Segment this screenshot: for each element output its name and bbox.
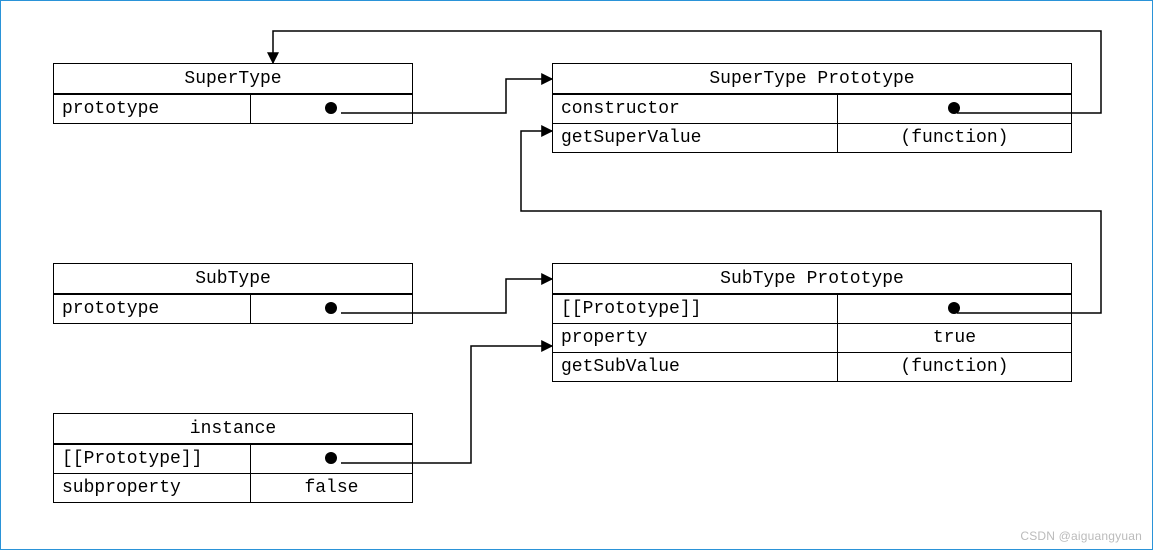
- box-instance: instance [[Prototype]] subproperty false: [53, 413, 413, 503]
- row-label: prototype: [54, 95, 251, 123]
- table-row: constructor: [553, 94, 1071, 123]
- table-row: getSubValue (function): [553, 352, 1071, 381]
- table-row: [[Prototype]]: [553, 294, 1071, 323]
- row-value: [838, 95, 1071, 123]
- row-label: [[Prototype]]: [553, 295, 838, 323]
- row-value: [838, 295, 1071, 323]
- row-value: (function): [838, 353, 1071, 381]
- watermark: CSDN @aiguangyuan: [1020, 529, 1142, 543]
- row-value: [251, 95, 412, 123]
- table-row: [[Prototype]]: [54, 444, 412, 473]
- box-supertype-prototype: SuperType Prototype constructor getSuper…: [552, 63, 1072, 153]
- table-row: getSuperValue (function): [553, 123, 1071, 152]
- table-row: property true: [553, 323, 1071, 352]
- table-row: subproperty false: [54, 473, 412, 502]
- row-value: [251, 445, 412, 473]
- pointer-dot: [325, 102, 337, 114]
- row-label: prototype: [54, 295, 251, 323]
- box-title: SuperType Prototype: [553, 64, 1071, 94]
- row-label: property: [553, 324, 838, 352]
- box-title: SubType Prototype: [553, 264, 1071, 294]
- pointer-dot: [325, 452, 337, 464]
- row-label: subproperty: [54, 474, 251, 502]
- row-label: constructor: [553, 95, 838, 123]
- box-subtype: SubType prototype: [53, 263, 413, 324]
- table-row: prototype: [54, 294, 412, 323]
- box-title: SuperType: [54, 64, 412, 94]
- row-value: false: [251, 474, 412, 502]
- row-label: [[Prototype]]: [54, 445, 251, 473]
- row-value: (function): [838, 124, 1071, 152]
- box-supertype: SuperType prototype: [53, 63, 413, 124]
- table-row: prototype: [54, 94, 412, 123]
- pointer-dot: [948, 102, 960, 114]
- box-title: SubType: [54, 264, 412, 294]
- row-label: getSuperValue: [553, 124, 838, 152]
- row-value: [251, 295, 412, 323]
- box-title: instance: [54, 414, 412, 444]
- row-label: getSubValue: [553, 353, 838, 381]
- row-value: true: [838, 324, 1071, 352]
- box-subtype-prototype: SubType Prototype [[Prototype]] property…: [552, 263, 1072, 382]
- pointer-dot: [325, 302, 337, 314]
- diagram-canvas: SuperType prototype SuperType Prototype …: [0, 0, 1153, 550]
- pointer-dot: [948, 302, 960, 314]
